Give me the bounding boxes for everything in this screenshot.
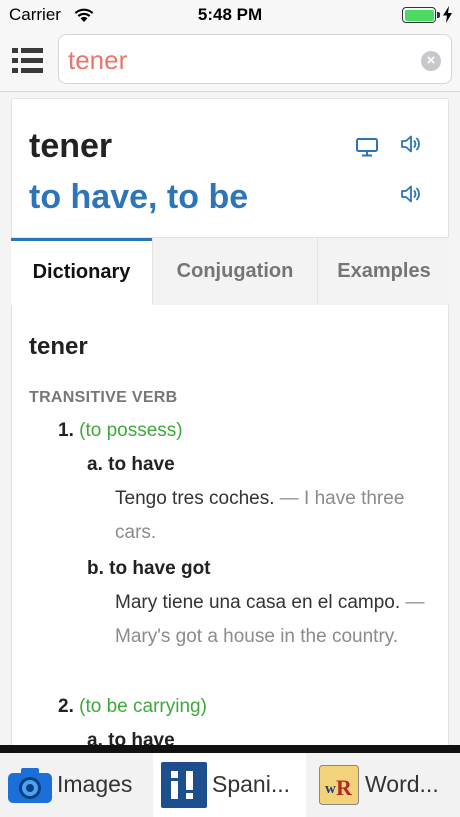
app-wordreference[interactable]: w R Word...	[306, 753, 460, 817]
battery-cap	[437, 12, 440, 18]
tab-conjugation[interactable]: Conjugation	[152, 238, 317, 305]
svg-text:R: R	[336, 775, 353, 800]
clear-search-icon[interactable]: ×	[421, 51, 441, 71]
battery-icon	[402, 7, 436, 23]
sense-number: 2.	[58, 696, 74, 717]
example-sentence: Tengo tres coches. — I have three cars.	[115, 482, 435, 550]
app-spanishdict[interactable]: Spani...	[153, 753, 306, 817]
divider	[0, 745, 460, 753]
camera-icon	[8, 768, 52, 803]
example-spanish: Mary tiene una casa en el campo.	[115, 592, 401, 613]
part-of-speech: TRANSITIVE VERB	[29, 389, 178, 406]
entry-card: tener to have, to be Dictionary Conjugat…	[11, 98, 450, 745]
spanishdict-icon	[161, 762, 207, 808]
search-bar: ×	[0, 30, 460, 92]
search-field[interactable]: ×	[58, 34, 452, 84]
sense-number: 1.	[58, 420, 74, 441]
subsense-label: b. to have got	[87, 558, 211, 579]
example-spanish: Tengo tres coches.	[115, 488, 275, 509]
app-images[interactable]: Images	[0, 753, 153, 817]
subsense-label: a. to have	[87, 730, 175, 745]
charging-icon	[443, 6, 452, 23]
monitor-icon[interactable]	[355, 136, 379, 158]
sense-1: 1. (to possess)	[58, 420, 183, 442]
search-input[interactable]	[68, 45, 408, 75]
status-bar: Carrier 5:48 PM	[0, 0, 460, 30]
sense-gloss[interactable]: (to be carrying)	[79, 696, 207, 717]
menu-icon[interactable]	[10, 44, 46, 78]
sense-2: 2. (to be carrying)	[58, 696, 207, 718]
app-label: Images	[57, 771, 133, 797]
wordreference-icon: w R	[319, 765, 359, 805]
subsense-label: a. to have	[87, 454, 175, 475]
clock: 5:48 PM	[197, 5, 263, 24]
svg-text:w: w	[325, 781, 336, 797]
headword: tener	[29, 127, 113, 165]
entry-headword: tener	[29, 333, 88, 360]
sense-gloss[interactable]: (to possess)	[79, 420, 182, 441]
app-switcher: Images Spani... w R Word...	[0, 753, 460, 817]
speaker-icon[interactable]	[400, 133, 422, 155]
example-sentence: Mary tiene una casa en el campo. — Mary'…	[115, 586, 435, 654]
app-label: Spani...	[212, 771, 290, 797]
tab-examples[interactable]: Examples	[317, 238, 450, 305]
tab-bar: Dictionary Conjugation Examples	[11, 237, 450, 305]
content-area[interactable]: tener to have, to be Dictionary Conjugat…	[0, 92, 460, 745]
app-label: Word...	[365, 771, 439, 797]
speaker-icon[interactable]	[400, 183, 422, 205]
headword-translation: to have, to be	[29, 178, 249, 216]
tab-dictionary[interactable]: Dictionary	[11, 238, 152, 305]
